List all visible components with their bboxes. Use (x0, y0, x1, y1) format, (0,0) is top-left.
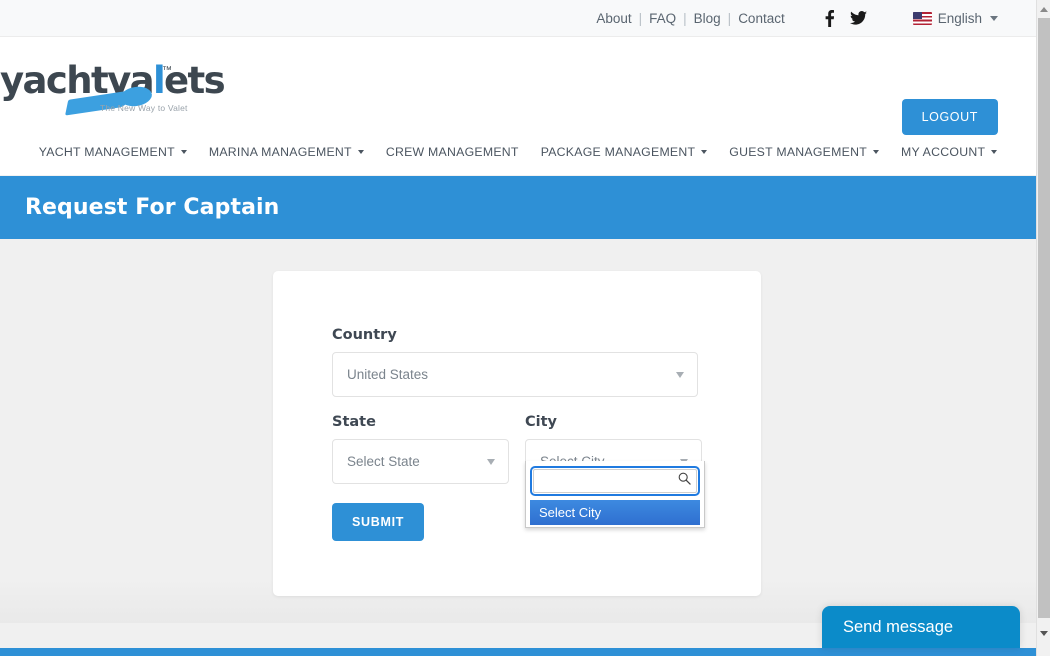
top-utility-bar: About | FAQ | Blog | Contact English (0, 0, 1036, 37)
state-field: State Select State (332, 414, 509, 484)
submit-button[interactable]: SUBMIT (332, 503, 425, 541)
city-label: City (525, 414, 557, 430)
chat-widget-send-message[interactable]: Send message (822, 606, 1020, 648)
logo-trademark: ™ (162, 65, 172, 76)
twitter-icon[interactable] (849, 11, 867, 25)
page-title-banner: Request For Captain (0, 176, 1036, 239)
scroll-down-arrow-icon[interactable] (1037, 626, 1050, 640)
logo-tagline: The New Way to Valet (100, 103, 188, 113)
country-select-value: United States (347, 367, 429, 382)
top-links: About | FAQ | Blog | Contact (590, 11, 790, 26)
chevron-down-icon (357, 149, 364, 154)
page-root: About | FAQ | Blog | Contact English yac… (0, 0, 1050, 656)
browser-viewport: About | FAQ | Blog | Contact English yac… (0, 0, 1036, 656)
top-link-contact[interactable]: Contact (732, 11, 791, 26)
site-logo[interactable]: yachtvalets ™ The New Way to Valet (0, 51, 250, 121)
page-title: Request For Captain (25, 195, 280, 220)
city-search-input[interactable] (533, 469, 697, 493)
country-select[interactable]: United States (332, 352, 698, 397)
main-navigation: YACHT MANAGEMENT MARINA MANAGEMENT CREW … (0, 128, 1036, 176)
main-content: Country United States State Select State (0, 239, 1036, 596)
language-label: English (937, 10, 982, 26)
chevron-down-icon (487, 458, 495, 465)
city-dropdown-panel: Select City (525, 461, 705, 528)
nav-item-marina-management[interactable]: MARINA MANAGEMENT (198, 145, 375, 159)
chevron-down-icon (676, 371, 684, 378)
nav-label: YACHT MANAGEMENT (38, 144, 175, 159)
state-city-row: State Select State City Select City (332, 414, 705, 528)
nav-label: MY ACCOUNT (900, 144, 986, 159)
top-link-faq[interactable]: FAQ (643, 11, 682, 26)
city-option-select-city[interactable]: Select City (530, 500, 700, 525)
scroll-up-arrow-icon[interactable] (1037, 2, 1050, 16)
top-link-about[interactable]: About (590, 11, 637, 26)
footer-accent-bar (0, 648, 1036, 656)
logo-text-part4: ets (164, 59, 226, 102)
request-captain-form: Country United States State Select State (332, 327, 705, 541)
nav-item-yacht-management[interactable]: YACHT MANAGEMENT (28, 145, 198, 159)
nav-label: PACKAGE MANAGEMENT (540, 144, 696, 159)
chevron-down-icon (872, 149, 879, 154)
chevron-down-icon (991, 149, 998, 154)
chevron-down-icon (701, 149, 708, 154)
site-header: yachtvalets ™ The New Way to Valet LOGOU… (0, 37, 1036, 135)
top-link-blog[interactable]: Blog (688, 11, 727, 26)
city-search-wrapper (530, 466, 700, 496)
state-label: State (332, 414, 376, 430)
scrollbar-thumb[interactable] (1038, 18, 1050, 618)
nav-item-crew-management[interactable]: CREW MANAGEMENT (375, 145, 530, 159)
nav-label: GUEST MANAGEMENT (729, 144, 867, 159)
us-flag-icon (912, 11, 932, 25)
browser-scrollbar[interactable] (1036, 0, 1050, 656)
request-form-card: Country United States State Select State (273, 271, 761, 596)
social-links (825, 9, 867, 27)
country-label: Country (332, 327, 397, 343)
nav-label: CREW MANAGEMENT (385, 144, 519, 159)
facebook-icon[interactable] (825, 9, 834, 27)
nav-item-package-management[interactable]: PACKAGE MANAGEMENT (530, 145, 719, 159)
nav-label: MARINA MANAGEMENT (208, 144, 352, 159)
city-field: City Select City (525, 414, 705, 528)
state-select-value: Select State (347, 454, 420, 469)
nav-item-my-account[interactable]: MY ACCOUNT (890, 145, 1008, 159)
chevron-down-icon (180, 149, 187, 154)
language-selector[interactable]: English (912, 10, 998, 26)
chevron-down-icon (990, 15, 998, 21)
chat-widget-label: Send message (843, 617, 954, 636)
state-select[interactable]: Select State (332, 439, 509, 484)
logout-button[interactable]: LOGOUT (901, 99, 998, 135)
nav-item-guest-management[interactable]: GUEST MANAGEMENT (718, 145, 890, 159)
